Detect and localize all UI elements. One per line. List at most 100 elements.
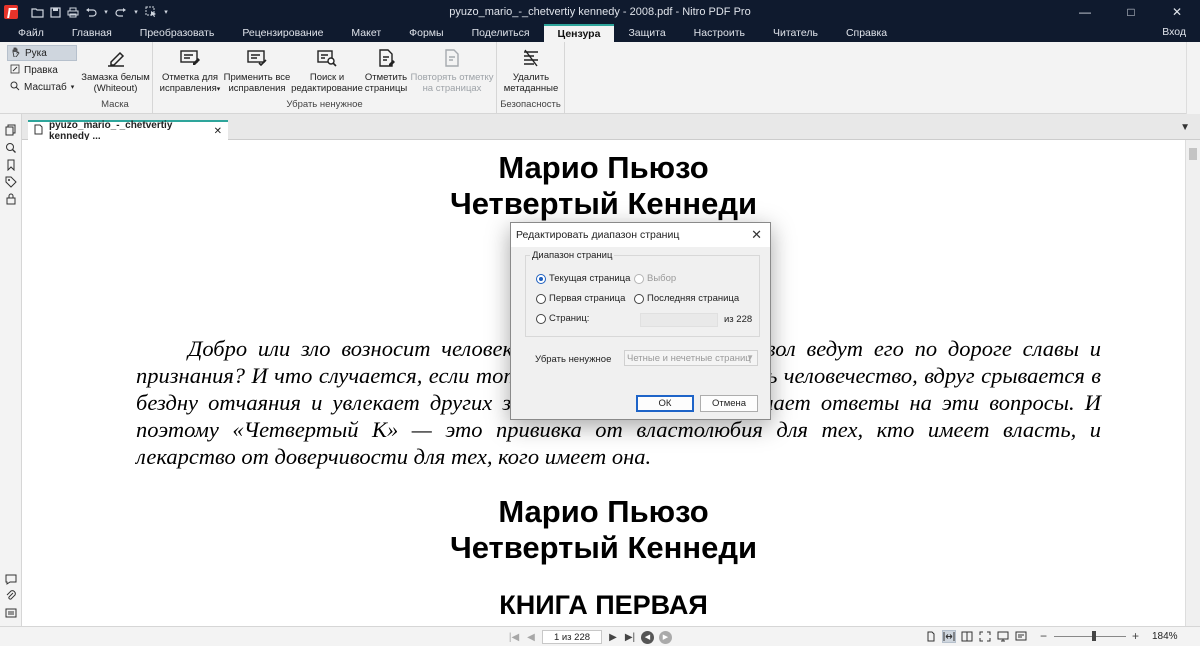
current-page-option[interactable]: Текущая страница [536,273,630,284]
dialog-title-bar: Редактировать диапазон страниц ✕ [511,223,770,247]
ribbon-scrollbar[interactable] [1186,42,1200,114]
tab-reader[interactable]: Читатель [759,24,832,42]
selection-label: Выбор [647,273,677,284]
reading-mode-icon[interactable] [1014,630,1028,643]
selection-option[interactable]: Выбор [634,273,676,284]
zoom-tool[interactable]: Масштаб ▾ [7,79,77,95]
mark-pages-label-2: страницы [364,83,408,94]
zoom-icon [10,81,20,94]
full-screen-icon[interactable] [996,630,1010,643]
ok-button[interactable]: ОК [636,395,694,412]
tab-convert[interactable]: Преобразовать [126,24,229,42]
close-icon[interactable]: ✕ [214,126,222,137]
open-folder-icon[interactable] [30,5,44,19]
previous-page-icon[interactable]: ◀ [525,631,537,643]
single-page-icon[interactable] [924,630,938,643]
tab-layout[interactable]: Макет [337,24,395,42]
remove-unwanted-select[interactable]: Четные и нечетные страниц ▼ [624,350,758,366]
close-icon[interactable]: ✕ [751,227,762,243]
remove-unwanted-label: Убрать ненужное [535,354,612,365]
search-redact-button[interactable]: Поиск и редактирование [290,48,364,94]
current-page-radio[interactable] [536,273,546,284]
document-tab-label: pyuzo_mario_-_chetvertiy kennedy ... [49,120,173,142]
chevron-down-icon[interactable]: ▾ [132,5,140,19]
login-button[interactable]: Вход [1162,26,1186,38]
page-range-input[interactable] [640,313,718,327]
tab-share[interactable]: Поделиться [458,24,544,42]
document-tab[interactable]: pyuzo_mario_-_chetvertiy kennedy ... ✕ [28,120,228,142]
repeat-mark-button[interactable]: Повторять отметку на страницах [408,48,496,94]
left-sidebar [0,114,22,630]
chevron-down-icon[interactable]: ▾ [102,5,110,19]
whiteout-pen-icon [105,48,127,68]
attachment-icon[interactable] [5,590,17,602]
edit-tool[interactable]: Правка [7,62,77,78]
tab-file[interactable]: Файл [0,24,58,42]
undo-icon[interactable] [84,5,98,19]
first-page-icon[interactable]: |◀ [508,631,520,643]
tab-help[interactable]: Справка [832,24,901,42]
zoom-slider-thumb[interactable] [1092,631,1096,641]
print-icon[interactable] [66,5,80,19]
page-number-input[interactable]: 1 из 228 [542,630,602,644]
edit-icon [10,64,20,77]
last-page-icon[interactable]: ▶| [624,631,636,643]
mark-redaction-label-2: исправления▾ [159,83,221,94]
cursor-select-icon[interactable] [144,5,158,19]
zoom-slider[interactable] [1054,636,1126,637]
tab-forms[interactable]: Формы [395,24,457,42]
first-page-option[interactable]: Первая страница [536,293,625,304]
apply-redactions-button[interactable]: Применить все исправления [223,48,291,94]
last-page-radio[interactable] [634,293,644,304]
page-range-group: Диапазон страниц Текущая страница Выбор … [525,250,760,337]
whiteout-button[interactable]: Замазка белым (Whiteout) [78,48,153,94]
delete-metadata-button[interactable]: Удалить метаданные [497,48,565,94]
tab-customize[interactable]: Настроить [680,24,759,42]
comments-icon[interactable] [5,573,17,585]
remove-group: Отметка для исправления▾ Применить все и… [153,42,497,114]
zoom-out-button[interactable]: − [1040,629,1047,643]
cancel-button[interactable]: Отмена [700,395,758,412]
window-title: pyuzo_mario_-_chetvertiy kennedy - 2008.… [449,6,751,18]
minimize-button[interactable]: — [1062,0,1108,24]
tag-icon[interactable] [5,176,17,188]
vertical-scrollbar[interactable] [1185,140,1200,630]
apply-redactions-label-1: Применить все [223,72,291,83]
first-page-radio[interactable] [536,293,546,304]
fit-width-icon[interactable] [942,630,956,643]
tab-protect[interactable]: Защита [614,24,679,42]
next-view-icon[interactable]: ▶ [659,630,672,644]
previous-view-icon[interactable]: ◀ [641,630,654,644]
mark-redaction-button[interactable]: Отметка для исправления▾ [155,48,225,95]
tab-home[interactable]: Главная [58,24,126,42]
zoom-in-button[interactable]: + [1132,629,1139,643]
next-page-icon[interactable]: ▶ [607,631,619,643]
pages-option[interactable]: Страниц: [536,313,589,324]
nitro-logo-icon [4,5,18,19]
redo-icon[interactable] [114,5,128,19]
last-page-option[interactable]: Последняя страница [634,293,739,304]
search-icon[interactable] [5,142,17,154]
tab-review[interactable]: Рецензирование [228,24,337,42]
save-icon[interactable] [48,5,62,19]
hand-tool[interactable]: Рука [7,45,77,61]
close-button[interactable]: ✕ [1154,0,1200,24]
fields-icon[interactable] [5,607,17,619]
mark-pages-button[interactable]: Отметить страницы [361,48,411,94]
scroll-thumb[interactable] [1189,148,1197,160]
lock-icon[interactable] [5,193,17,205]
pages-radio[interactable] [536,313,546,324]
mark-pages-label-1: Отметить [364,72,408,83]
tab-list-chevron-icon[interactable]: ▼ [1180,122,1190,133]
two-page-icon[interactable] [960,630,974,643]
fit-page-icon[interactable] [978,630,992,643]
customize-toolbar-icon[interactable]: ▾ [162,5,170,19]
ribbon-tabs: Файл Главная Преобразовать Рецензировани… [0,24,1200,42]
tab-redact[interactable]: Цензура [543,24,615,42]
mark-redaction-label-1: Отметка для [161,72,219,83]
pages-panel-icon[interactable] [5,124,17,136]
bookmark-icon[interactable] [5,159,17,172]
maximize-button[interactable]: □ [1108,0,1154,24]
selection-radio[interactable] [634,273,644,284]
zoom-level[interactable]: 184% [1152,631,1178,642]
